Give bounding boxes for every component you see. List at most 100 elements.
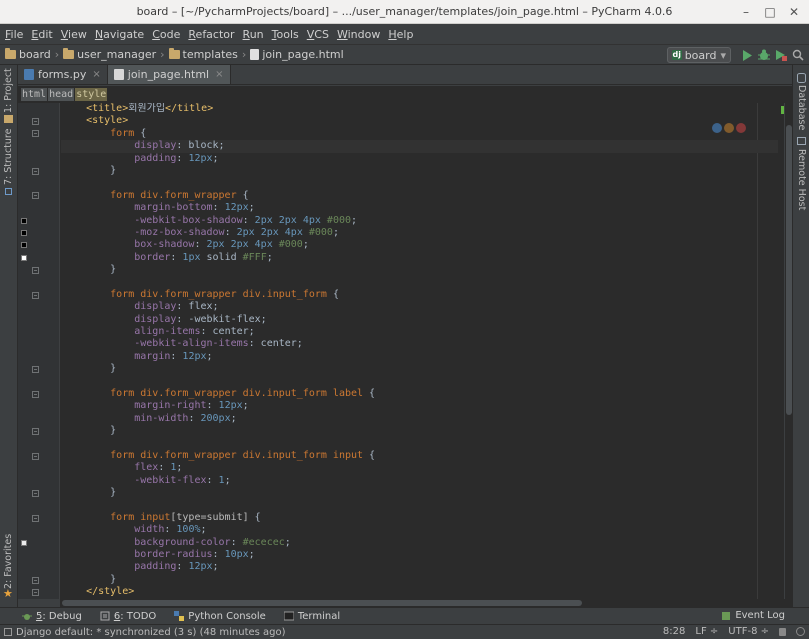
fold-marker-icon[interactable] [32, 489, 39, 497]
code-line[interactable]: margin-bottom: 12px; [61, 202, 784, 214]
editor-gutter[interactable] [18, 103, 60, 599]
menu-item-refactor[interactable]: Refactor [187, 28, 235, 41]
caret-position[interactable]: 8:28 [663, 626, 685, 637]
menu-item-tools[interactable]: Tools [271, 28, 300, 41]
tool-tab-database[interactable]: Database [796, 85, 807, 130]
code-line[interactable]: padding: 12px; [61, 561, 784, 573]
status-message[interactable]: Django default: * synchronized (3 s) (48… [16, 627, 286, 638]
close-tab-icon[interactable]: × [92, 69, 100, 80]
code-line[interactable] [61, 177, 784, 189]
line-separator[interactable]: LF ÷ [695, 626, 718, 637]
code-line[interactable] [61, 438, 784, 450]
search-everywhere-icon[interactable] [791, 48, 805, 62]
minimize-icon[interactable]: – [735, 0, 757, 24]
fold-marker-icon[interactable] [32, 167, 39, 175]
menu-item-window[interactable]: Window [336, 28, 381, 41]
menu-item-help[interactable]: Help [387, 28, 414, 41]
tool-tab-remote-host[interactable]: Remote Host [796, 149, 807, 210]
nav-crumb-templates[interactable]: templates › [168, 48, 246, 61]
code-line[interactable] [61, 376, 784, 388]
code-line[interactable]: } [61, 487, 784, 499]
code-line[interactable]: -webkit-flex: 1; [61, 475, 784, 487]
fold-marker-icon[interactable] [32, 390, 39, 398]
menu-item-file[interactable]: File [4, 28, 24, 41]
fold-marker-icon[interactable] [32, 130, 39, 138]
code-line[interactable]: flex: 1; [61, 462, 784, 474]
code-line[interactable]: form { [61, 128, 784, 140]
code-line[interactable]: } [61, 165, 784, 177]
horizontal-scroll-thumb[interactable] [62, 600, 582, 606]
code-line[interactable]: box-shadow: 2px 2px 4px #000; [61, 239, 784, 251]
tool-window-python-console[interactable]: Python Console [174, 611, 266, 622]
code-line[interactable]: form div.form_wrapper div.input_form lab… [61, 388, 784, 400]
code-line[interactable]: -webkit-align-items: center; [61, 338, 784, 350]
tag-crumb-html[interactable]: html [21, 88, 48, 101]
fold-marker-icon[interactable] [32, 266, 39, 274]
nav-crumb-project[interactable]: board › [5, 48, 59, 61]
code-line[interactable]: form input[type=submit] { [61, 512, 784, 524]
fold-marker-icon[interactable] [32, 117, 39, 125]
menu-item-vcs[interactable]: VCS [306, 28, 330, 41]
code-line[interactable]: padding: 12px; [61, 153, 784, 165]
tool-tab-structure[interactable]: 7: Structure [3, 129, 14, 185]
code-area[interactable]: <title>회원가입</title> <style> form { displ… [61, 103, 784, 599]
tab-join-page-html[interactable]: join_page.html × [107, 65, 231, 84]
code-line[interactable] [61, 276, 784, 288]
code-line[interactable]: border: 1px solid #FFF; [61, 252, 784, 264]
code-line[interactable]: } [61, 264, 784, 276]
code-line[interactable]: display: -webkit-flex; [61, 314, 784, 326]
menu-item-view[interactable]: View [60, 28, 88, 41]
code-line[interactable]: border-radius: 10px; [61, 549, 784, 561]
tool-window-debug[interactable]: 5: Debug [22, 611, 82, 622]
tag-crumb-style[interactable]: style [75, 88, 108, 101]
menu-item-edit[interactable]: Edit [30, 28, 53, 41]
firefox-icon[interactable] [724, 123, 734, 133]
run-configuration-select[interactable]: dj board ▾ [666, 47, 731, 63]
fold-marker-icon[interactable] [32, 365, 39, 373]
nav-crumb-user-manager[interactable]: user_manager › [63, 48, 165, 61]
debug-run-icon[interactable] [757, 48, 771, 62]
code-line[interactable]: -webkit-box-shadow: 2px 2px 4px #000; [61, 215, 784, 227]
code-line[interactable]: margin: 12px; [61, 351, 784, 363]
horizontal-scrollbar[interactable] [60, 599, 792, 607]
code-line[interactable]: } [61, 574, 784, 586]
maximize-icon[interactable]: □ [759, 0, 781, 24]
code-line[interactable]: <style> [61, 115, 784, 127]
opera-icon[interactable] [736, 123, 746, 133]
color-swatch-icon[interactable] [21, 254, 27, 261]
code-line[interactable]: <title>회원가입</title> [61, 103, 784, 115]
code-line[interactable]: form div.form_wrapper div.input_form { [61, 289, 784, 301]
code-line[interactable]: min-width: 200px; [61, 413, 784, 425]
color-swatch-icon[interactable] [21, 217, 27, 224]
color-swatch-icon[interactable] [21, 540, 27, 546]
tool-window-event-log[interactable]: Event Log [721, 610, 785, 621]
close-tab-icon[interactable]: × [215, 69, 223, 80]
fold-marker-icon[interactable] [32, 576, 39, 584]
code-line[interactable] [61, 500, 784, 512]
vertical-scrollbar[interactable] [784, 103, 792, 599]
chrome-icon[interactable] [712, 123, 722, 133]
vertical-scroll-thumb[interactable] [786, 125, 792, 415]
code-line[interactable]: align-items: center; [61, 326, 784, 338]
menu-item-code[interactable]: Code [151, 28, 181, 41]
close-window-icon[interactable]: ✕ [783, 0, 805, 24]
fold-marker-icon[interactable] [32, 589, 39, 597]
code-line[interactable]: </style> [61, 586, 784, 598]
code-editor[interactable]: <title>회원가입</title> <style> form { displ… [18, 103, 784, 599]
tool-window-terminal[interactable]: Terminal [283, 611, 340, 622]
status-toggle-icon[interactable] [4, 628, 12, 636]
tab-forms-py[interactable]: forms.py × [18, 65, 108, 84]
file-encoding[interactable]: UTF-8 ÷ [728, 626, 769, 637]
menu-item-navigate[interactable]: Navigate [94, 28, 145, 41]
nav-crumb-file[interactable]: join_page.html [250, 48, 344, 61]
code-line[interactable]: display: flex; [61, 301, 784, 313]
code-line[interactable]: form div.form_wrapper { [61, 190, 784, 202]
inspector-icon[interactable] [796, 627, 805, 636]
run-icon[interactable] [740, 48, 754, 62]
tool-window-todo[interactable]: 6: TODO [100, 611, 156, 622]
lock-icon[interactable] [779, 627, 786, 636]
code-line[interactable]: margin-right: 12px; [61, 400, 784, 412]
color-swatch-icon[interactable] [21, 242, 27, 249]
code-line[interactable]: form div.form_wrapper div.input_form inp… [61, 450, 784, 462]
code-line[interactable]: } [61, 363, 784, 375]
